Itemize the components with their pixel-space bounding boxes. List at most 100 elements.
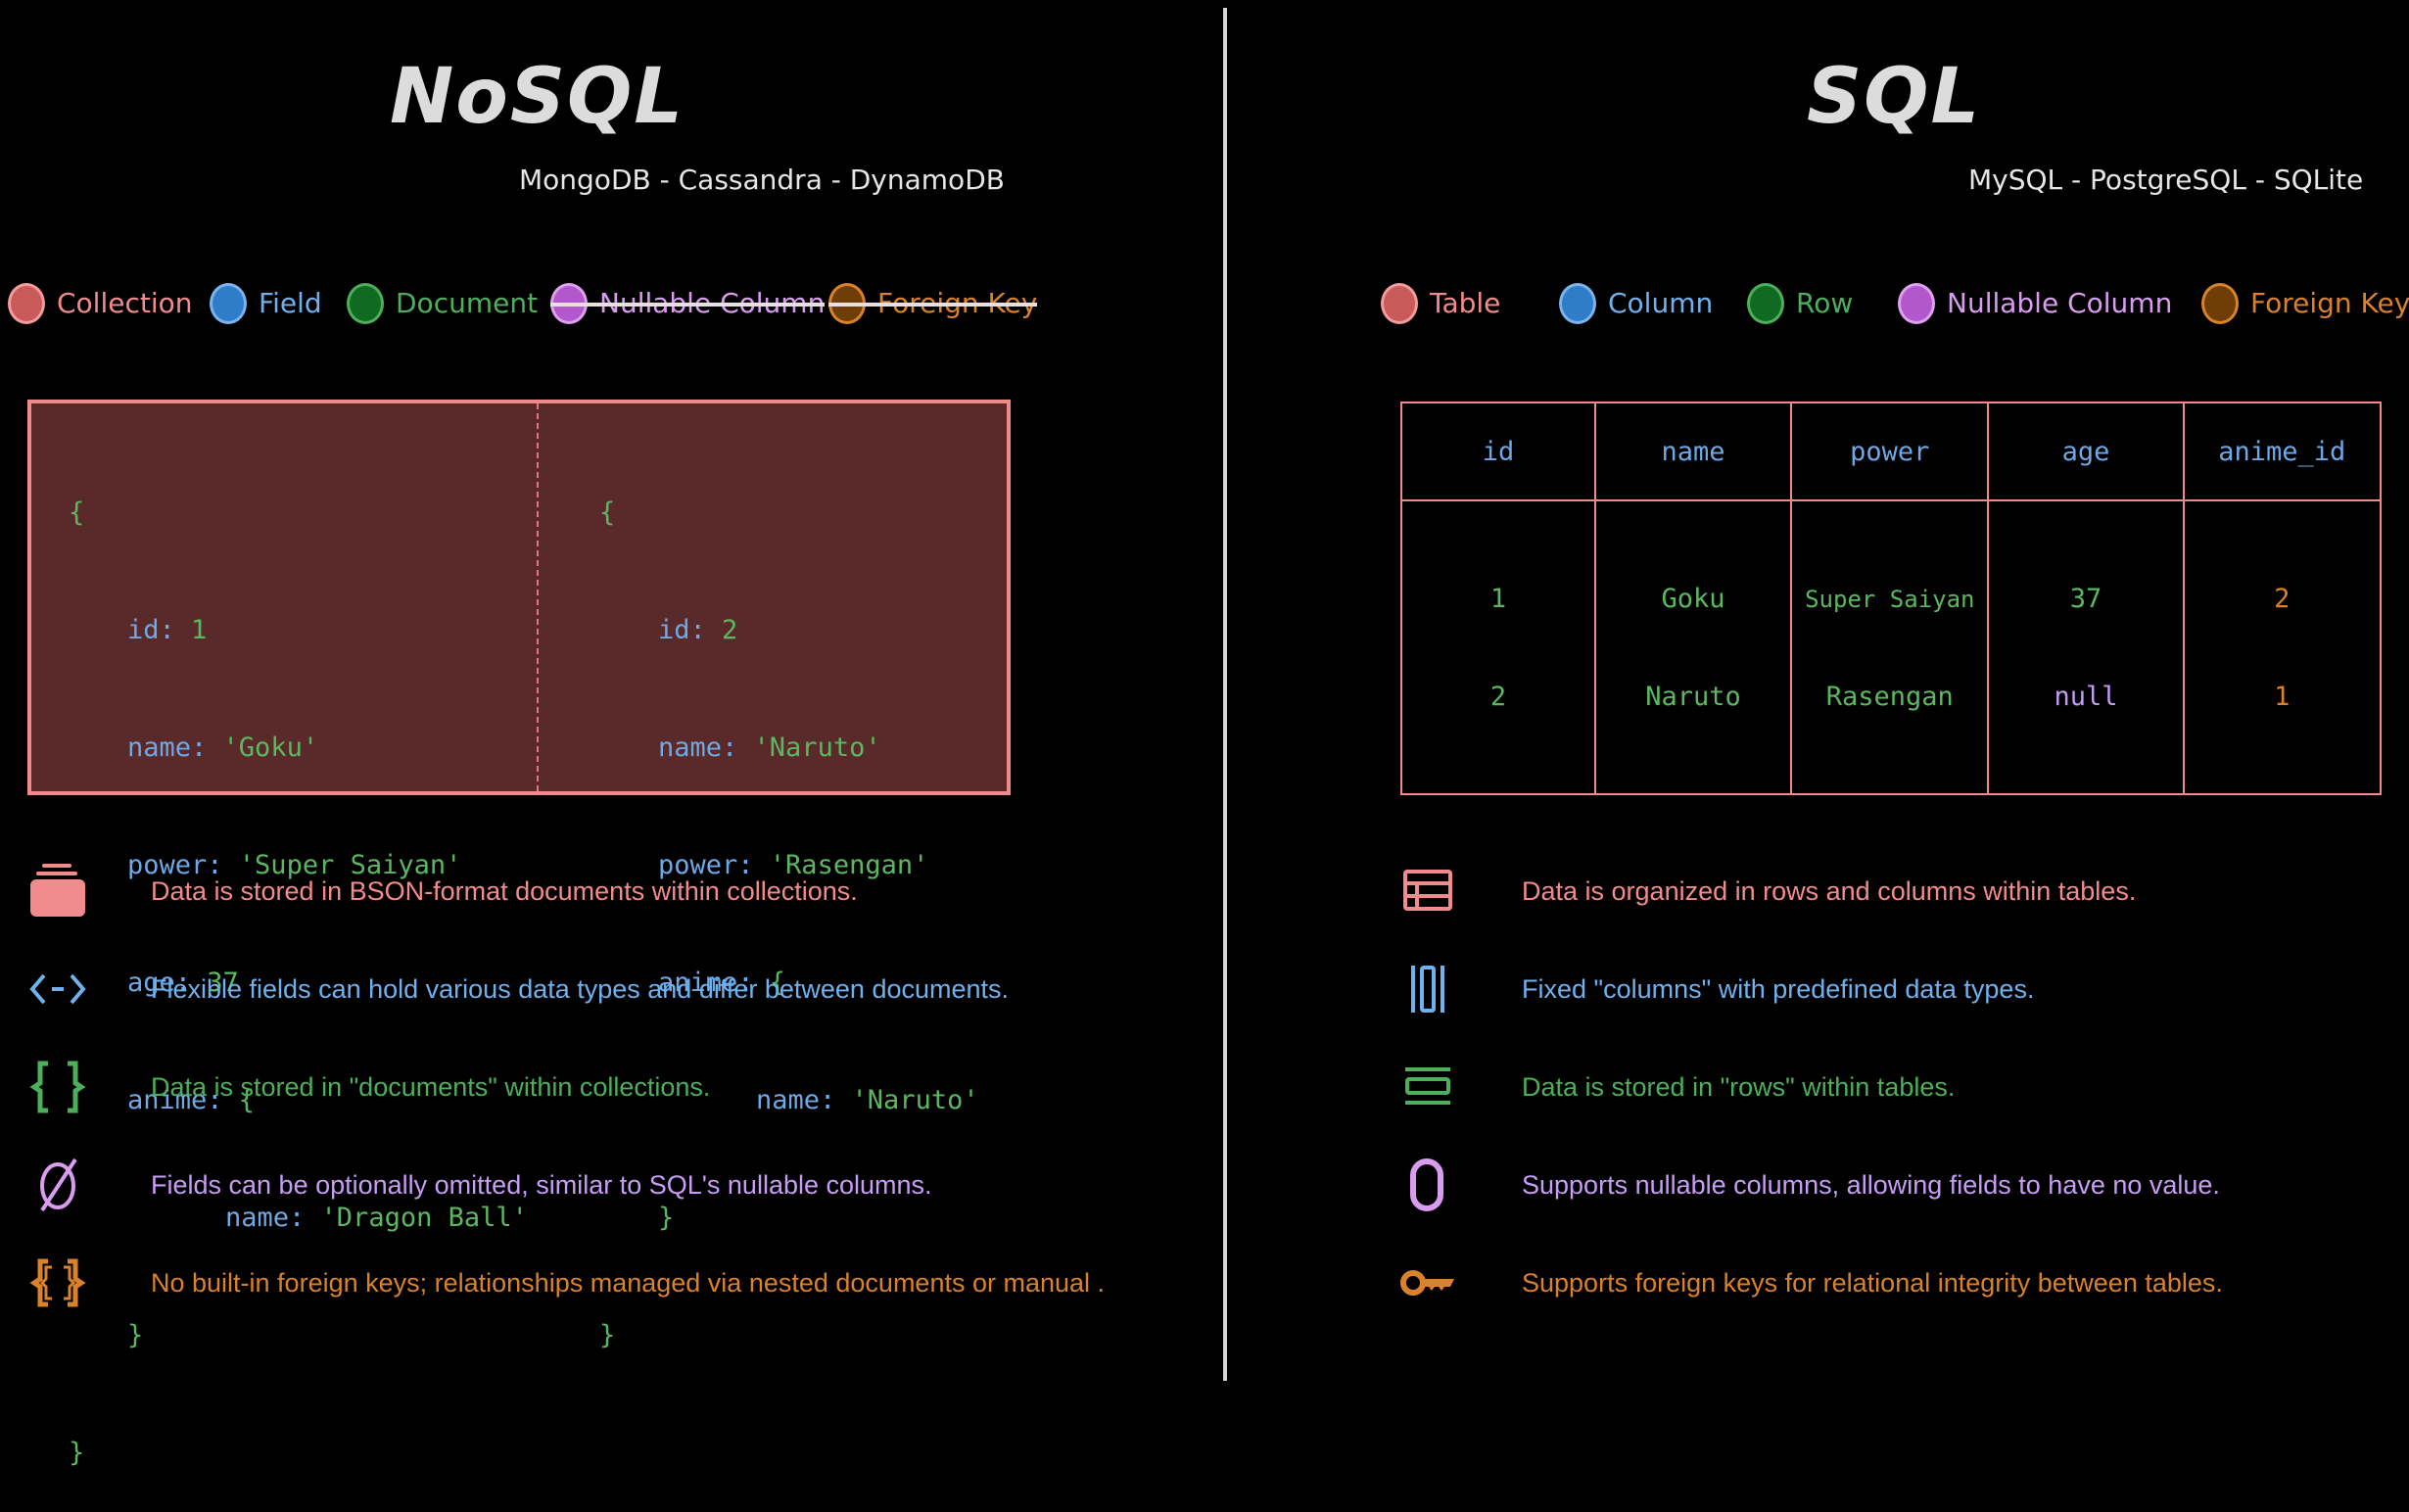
field-line: id: 2 xyxy=(658,615,738,645)
field-line: name: 'Goku' xyxy=(127,732,319,763)
strikethrough-line xyxy=(550,303,826,307)
column-header-anime-id: anime_id xyxy=(2182,402,2382,501)
sql-description-foreign-key: Supports foreign keys for relational int… xyxy=(1394,1249,2223,1317)
field-line: id: 1 xyxy=(127,615,208,645)
nosql-title: NoSQL xyxy=(390,53,685,141)
nosql-description-nullable: Fields can be optionally omitted, simila… xyxy=(24,1151,932,1219)
column-header-age: age xyxy=(1987,402,2185,501)
field-key: id xyxy=(658,615,690,645)
table-column-power: Super Saiyan Rasengan xyxy=(1790,499,1990,795)
column-swatch-icon xyxy=(1559,283,1596,324)
description-text: Data is stored in BSON-format documents … xyxy=(151,875,858,906)
brace-close: } xyxy=(599,1320,616,1350)
column-header-id: id xyxy=(1400,402,1596,501)
legend-item-nullable-column-struck: Nullable Column xyxy=(550,282,826,325)
brace-close: } xyxy=(69,1438,85,1468)
nullable-column-swatch-icon xyxy=(1898,283,1935,324)
empty-set-icon xyxy=(24,1151,92,1219)
table-cell-foreign-key: 1 xyxy=(2274,682,2291,712)
legend-item-foreign-key-struck: Foreign Key xyxy=(828,282,1038,325)
table-cell: Naruto xyxy=(1645,682,1741,712)
field-line: name: 'Naruto' xyxy=(658,732,881,763)
collection-icon xyxy=(24,857,92,925)
table-cell: Super Saiyan xyxy=(1805,586,1975,613)
foreign-key-swatch-icon xyxy=(2201,283,2239,324)
legend-label: Row xyxy=(1796,287,1854,319)
field-key: id xyxy=(127,615,160,645)
legend-item-foreign-key: Foreign Key xyxy=(2201,282,2409,325)
legend-item-nullable-column: Nullable Column xyxy=(1898,282,2172,325)
field-swatch-icon xyxy=(210,283,247,324)
sql-description-columns: Fixed "columns" with predefined data typ… xyxy=(1394,955,2034,1023)
sql-description-table: Data is organized in rows and columns wi… xyxy=(1394,857,2136,925)
brace-open: { xyxy=(69,497,85,528)
legend-item-table: Table xyxy=(1381,282,1500,325)
legend-label: Foreign Key xyxy=(2250,287,2409,319)
legend-item-column: Column xyxy=(1559,282,1713,325)
legend-label: Field xyxy=(259,287,322,319)
braces-icon xyxy=(24,1053,92,1121)
description-text: Fixed "columns" with predefined data typ… xyxy=(1522,973,2035,1004)
double-braces-icon xyxy=(24,1249,92,1317)
brace-open: { xyxy=(599,497,616,528)
table-cell-foreign-key: 2 xyxy=(2274,584,2291,614)
rows-icon xyxy=(1394,1053,1463,1121)
field-value: 'Naruto' xyxy=(851,1085,979,1115)
nosql-subtitle: MongoDB - Cassandra - DynamoDB xyxy=(519,164,1005,196)
columns-icon xyxy=(1394,955,1463,1023)
field-value: 1 xyxy=(191,615,208,645)
field-key: name xyxy=(756,1085,821,1115)
nosql-description-collection: Data is stored in BSON-format documents … xyxy=(24,857,858,925)
key-icon xyxy=(1394,1249,1463,1317)
document-swatch-icon xyxy=(347,283,384,324)
table-swatch-icon xyxy=(1381,283,1418,324)
description-text: Data is organized in rows and columns wi… xyxy=(1522,875,2137,906)
strikethrough-line xyxy=(828,303,1038,307)
legend-label: Document xyxy=(396,287,539,319)
nested-brace-close: } xyxy=(127,1320,144,1350)
description-text: Supports foreign keys for relational int… xyxy=(1522,1267,2223,1298)
sql-subtitle: MySQL - PostgreSQL - SQLite xyxy=(1968,164,2364,196)
legend-item-collection: Collection xyxy=(8,282,193,325)
column-header-power: power xyxy=(1790,402,1990,501)
table-cell: Rasengan xyxy=(1825,682,1954,712)
table-cell: 37 xyxy=(2069,584,2102,614)
description-text: No built-in foreign keys; relationships … xyxy=(151,1267,1106,1298)
table-header-row: id name power age anime_id xyxy=(1400,402,2382,501)
row-swatch-icon xyxy=(1747,283,1784,324)
field-key: name xyxy=(658,732,723,763)
legend-label: Collection xyxy=(57,287,193,319)
nosql-description-document: Data is stored in "documents" within col… xyxy=(24,1053,710,1121)
table-column-anime-id: 2 1 xyxy=(2182,499,2382,795)
field-code-icon xyxy=(24,955,92,1023)
nosql-description-field: Flexible fields can hold various data ty… xyxy=(24,955,1009,1023)
description-text: Flexible fields can hold various data ty… xyxy=(151,973,1010,1004)
legend-label: Table xyxy=(1430,287,1501,319)
table-column-id: 1 2 xyxy=(1400,499,1596,795)
legend-item-document: Document xyxy=(347,282,538,325)
table-cell: 1 xyxy=(1489,584,1507,614)
table-column-age: 37 null xyxy=(1987,499,2185,795)
description-text: Data is stored in "rows" within tables. xyxy=(1522,1071,1956,1102)
table-cell-null: null xyxy=(2054,682,2118,712)
zero-icon xyxy=(1394,1151,1463,1219)
field-key: name xyxy=(127,732,192,763)
sql-title: SQL xyxy=(1807,53,1982,141)
field-value: 2 xyxy=(722,615,738,645)
table-cell: 2 xyxy=(1489,682,1507,712)
description-text: Fields can be optionally omitted, simila… xyxy=(151,1169,932,1200)
document-separator xyxy=(537,403,539,791)
table-cell: Goku xyxy=(1661,584,1725,614)
section-divider xyxy=(1223,8,1227,1381)
legend-item-row: Row xyxy=(1747,282,1853,325)
nosql-description-foreign-key: No built-in foreign keys; relationships … xyxy=(24,1249,1105,1317)
table-icon xyxy=(1394,857,1463,925)
description-text: Data is stored in "documents" within col… xyxy=(151,1071,711,1102)
legend-label: Column xyxy=(1608,287,1714,319)
legend-item-field: Field xyxy=(210,282,322,325)
sql-table: id name power age anime_id 1 2 Goku Naru… xyxy=(1400,402,2382,795)
table-body: 1 2 Goku Naruto Super Saiyan Rasengan 37… xyxy=(1400,499,2382,795)
legend-label: Nullable Column xyxy=(1947,287,2173,319)
collection-swatch-icon xyxy=(8,283,45,324)
field-value: 'Naruto' xyxy=(753,732,881,763)
